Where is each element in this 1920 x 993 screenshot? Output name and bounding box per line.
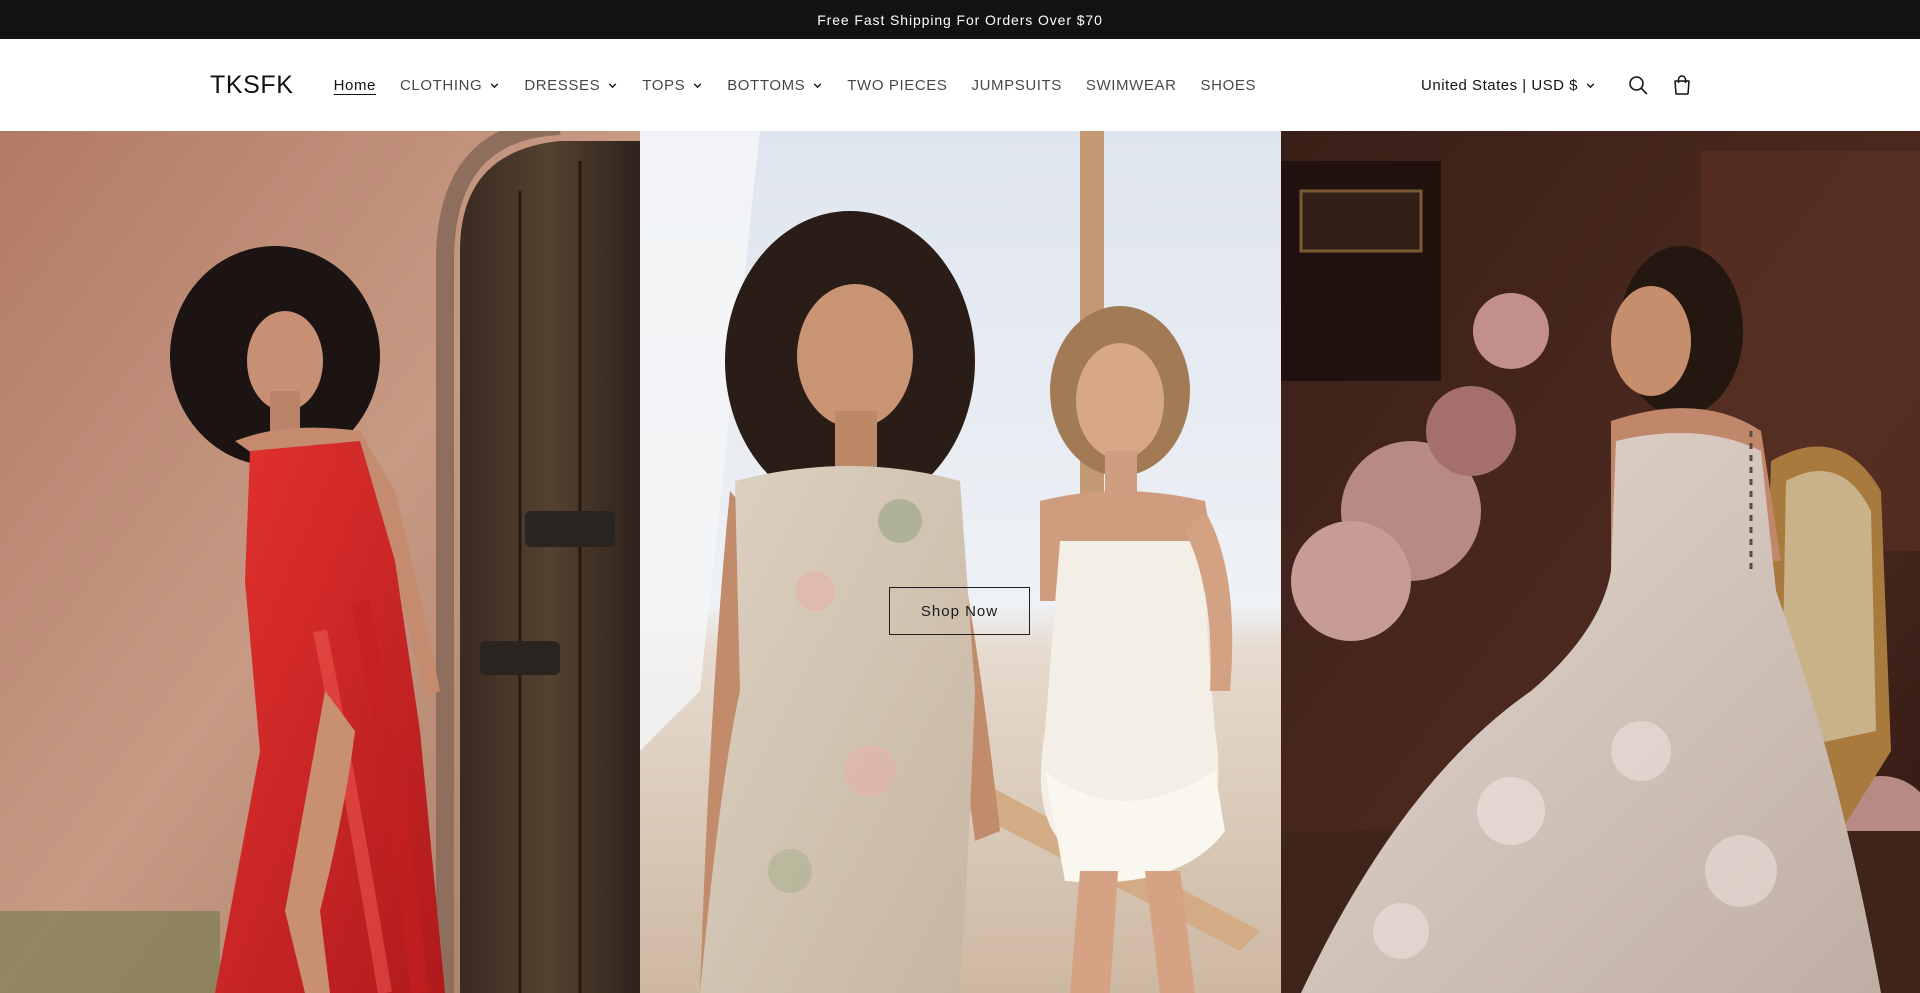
nav-two-pieces-label: TWO PIECES bbox=[847, 76, 948, 94]
main-nav: Home CLOTHING DRESSES TOPS BOTTOMS TWO P… bbox=[334, 39, 1280, 131]
nav-dresses[interactable]: DRESSES bbox=[524, 77, 618, 94]
nav-home-label: Home bbox=[333, 76, 376, 94]
hero-image-lace-gown[interactable] bbox=[1281, 131, 1920, 993]
hero-banner: Shop Now bbox=[0, 131, 1920, 993]
hero-photo-3 bbox=[1281, 131, 1920, 993]
site-header: TKSFK Home CLOTHING DRESSES TOPS BOTTOMS… bbox=[0, 39, 1920, 131]
country-currency-selector[interactable]: United States | USD $ bbox=[1421, 77, 1596, 94]
cart-button[interactable] bbox=[1660, 63, 1704, 107]
chevron-down-icon bbox=[491, 82, 499, 88]
nav-swimwear[interactable]: SWIMWEAR bbox=[1086, 77, 1177, 94]
nav-tops[interactable]: TOPS bbox=[642, 77, 703, 94]
nav-two-pieces[interactable]: TWO PIECES bbox=[847, 77, 947, 94]
country-currency-label: United States | USD $ bbox=[1421, 76, 1578, 94]
chevron-down-icon bbox=[1586, 82, 1595, 88]
nav-jumpsuits-label: JUMPSUITS bbox=[971, 76, 1062, 94]
nav-swimwear-label: SWIMWEAR bbox=[1085, 76, 1177, 94]
announcement-bar: Free Fast Shipping For Orders Over $70 bbox=[0, 0, 1920, 39]
nav-shoes[interactable]: SHOES bbox=[1201, 77, 1257, 94]
chevron-down-icon bbox=[608, 82, 617, 88]
search-icon bbox=[1629, 76, 1648, 95]
nav-bottoms-label: BOTTOMS bbox=[727, 76, 806, 94]
header-actions: United States | USD $ bbox=[1421, 39, 1704, 131]
nav-dresses-label: DRESSES bbox=[524, 76, 601, 94]
hero-image-red-dress[interactable] bbox=[0, 131, 640, 993]
hero-photo-1 bbox=[0, 131, 640, 993]
nav-bottoms[interactable]: BOTTOMS bbox=[727, 77, 823, 94]
announcement-text: Free Fast Shipping For Orders Over $70 bbox=[817, 11, 1103, 28]
chevron-down-icon bbox=[814, 82, 822, 88]
hero-image-beach-dresses[interactable] bbox=[640, 131, 1281, 993]
search-button[interactable] bbox=[1616, 63, 1660, 107]
nav-home[interactable]: Home bbox=[334, 77, 376, 94]
nav-clothing-label: CLOTHING bbox=[400, 76, 483, 94]
nav-jumpsuits[interactable]: JUMPSUITS bbox=[971, 77, 1061, 94]
nav-tops-label: TOPS bbox=[642, 76, 686, 94]
nav-clothing[interactable]: CLOTHING bbox=[400, 77, 500, 94]
shop-now-button[interactable]: Shop Now bbox=[889, 587, 1030, 635]
nav-shoes-label: SHOES bbox=[1200, 76, 1257, 94]
cart-icon bbox=[1674, 75, 1690, 95]
site-logo[interactable]: TKSFK bbox=[210, 71, 294, 100]
chevron-down-icon bbox=[693, 82, 702, 88]
hero-photo-2 bbox=[640, 131, 1281, 993]
